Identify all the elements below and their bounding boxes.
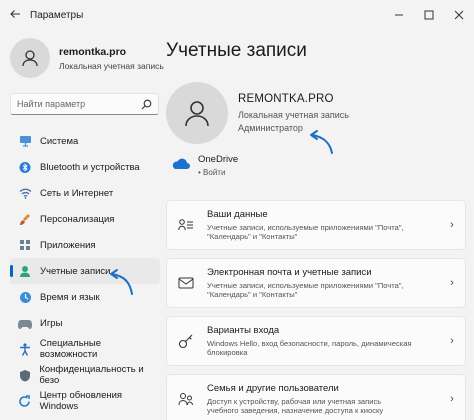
card-description: Windows Hello, вход безопасности, пароль… <box>207 338 412 357</box>
card-description: Учетные записи, используемые приложениям… <box>207 222 404 241</box>
family-icon <box>177 390 195 408</box>
globe-clock-icon <box>18 290 32 304</box>
sidebar-item-label: Игры <box>40 317 63 329</box>
maximize-icon <box>424 10 434 20</box>
window-title: Параметры <box>30 9 84 21</box>
card-your-info[interactable]: Ваши данные Учетные записи, используемые… <box>166 200 466 250</box>
back-button[interactable] <box>0 8 30 23</box>
sidebar-item-accessibility[interactable]: Специальные возможности <box>10 336 160 362</box>
apps-icon <box>18 238 32 252</box>
card-title: Электронная почта и учетные записи <box>207 266 372 278</box>
profile-name: remontka.pro <box>59 45 127 58</box>
chevron-right-icon: › <box>450 277 454 289</box>
card-sign-in-options[interactable]: Варианты входа Windows Hello, вход безоп… <box>166 316 466 366</box>
chevron-right-icon: › <box>450 335 454 347</box>
account-role: Администратор <box>238 123 303 133</box>
card-title: Семья и другие пользователи <box>207 382 339 394</box>
card-description: Доступ к устройству, рабочая или учетная… <box>207 396 384 415</box>
monitor-icon <box>18 134 32 148</box>
search-input[interactable]: Найти параметр <box>10 93 159 115</box>
chevron-right-icon: › <box>450 219 454 231</box>
sidebar-item-label: Сеть и Интернет <box>40 187 114 199</box>
close-icon <box>454 10 464 20</box>
onedrive-signin-link[interactable]: • Войти <box>198 168 238 177</box>
update-icon <box>18 394 32 408</box>
onedrive-cloud-icon <box>172 158 190 169</box>
sidebar-item-accounts[interactable]: Учетные записи <box>10 258 160 284</box>
sidebar-item-network[interactable]: Сеть и Интернет <box>10 180 160 206</box>
person-icon <box>18 264 32 278</box>
sidebar-item-label: Время и язык <box>40 291 100 303</box>
user-info-icon <box>177 216 195 234</box>
sidebar-item-personalization[interactable]: Персонализация <box>10 206 160 232</box>
sidebar-item-gaming[interactable]: Игры <box>10 310 160 336</box>
mail-icon <box>177 274 195 292</box>
shield-icon <box>18 368 31 382</box>
minimize-button[interactable] <box>384 0 414 30</box>
account-name: REMONTKA.PRO <box>238 93 334 105</box>
sidebar-item-label: Учетные записи <box>40 265 111 277</box>
card-title: Ваши данные <box>207 208 268 220</box>
brush-icon <box>18 212 32 226</box>
key-icon <box>177 332 195 350</box>
title-bar: Параметры <box>0 0 474 30</box>
profile-account-type: Локальная учетная запись <box>59 60 164 71</box>
minimize-icon <box>395 14 403 16</box>
search-icon[interactable] <box>140 98 152 110</box>
account-type: Локальная учетная запись <box>238 110 349 120</box>
avatar <box>166 82 228 144</box>
maximize-button[interactable] <box>414 0 444 30</box>
sidebar-item-label: Специальные возможности <box>39 338 102 360</box>
avatar <box>10 38 50 78</box>
sidebar-item-time-language[interactable]: Время и язык <box>10 284 160 310</box>
sidebar-item-label: Bluetooth и устройства <box>40 161 140 173</box>
bluetooth-icon <box>18 160 32 174</box>
chevron-right-icon: › <box>450 393 454 405</box>
sidebar-item-bluetooth[interactable]: Bluetooth и устройства <box>10 154 160 180</box>
sidebar-profile[interactable]: remontka.pro Локальная учетная запись <box>10 38 164 78</box>
card-title: Варианты входа <box>207 324 280 336</box>
sidebar: remontka.pro Локальная учетная запись На… <box>0 30 166 420</box>
settings-cards: Ваши данные Учетные записи, используемые… <box>166 200 466 420</box>
sidebar-nav: Система Bluetooth и устройства Сеть и Ин… <box>10 128 160 414</box>
card-email-accounts[interactable]: Электронная почта и учетные записи Учетн… <box>166 258 466 308</box>
arrow-left-icon <box>10 9 20 18</box>
sidebar-item-privacy[interactable]: Конфиденциальность и безо <box>10 362 160 388</box>
person-icon <box>185 101 209 127</box>
accessibility-icon <box>18 342 32 356</box>
sidebar-item-label: Приложения <box>40 239 96 251</box>
sidebar-item-label: Персонализация <box>40 213 115 225</box>
account-summary: REMONTKA.PRO Локальная учетная запись Ад… <box>166 82 349 144</box>
search-placeholder: Найти параметр <box>17 99 86 109</box>
sidebar-item-system[interactable]: Система <box>10 128 160 154</box>
sidebar-item-label: Система <box>40 135 79 147</box>
sidebar-item-apps[interactable]: Приложения <box>10 232 160 258</box>
wifi-icon <box>18 186 32 200</box>
card-family-other-users[interactable]: Семья и другие пользователи Доступ к уст… <box>166 374 466 420</box>
person-icon <box>22 50 38 67</box>
sidebar-item-windows-update[interactable]: Центр обновления Windows <box>10 388 160 414</box>
sidebar-item-label: Конфиденциальность и безо <box>39 364 144 386</box>
sidebar-item-label: Центр обновления Windows <box>39 390 123 412</box>
main-content: Учетные записи REMONTKA.PRO Локальная уч… <box>166 30 474 420</box>
onedrive-section: OneDrive • Войти <box>170 154 238 177</box>
close-button[interactable] <box>444 0 474 30</box>
card-description: Учетные записи, используемые приложениям… <box>207 280 404 299</box>
page-title: Учетные записи <box>166 40 307 61</box>
onedrive-label: OneDrive <box>198 154 239 165</box>
gamepad-icon <box>18 316 32 330</box>
